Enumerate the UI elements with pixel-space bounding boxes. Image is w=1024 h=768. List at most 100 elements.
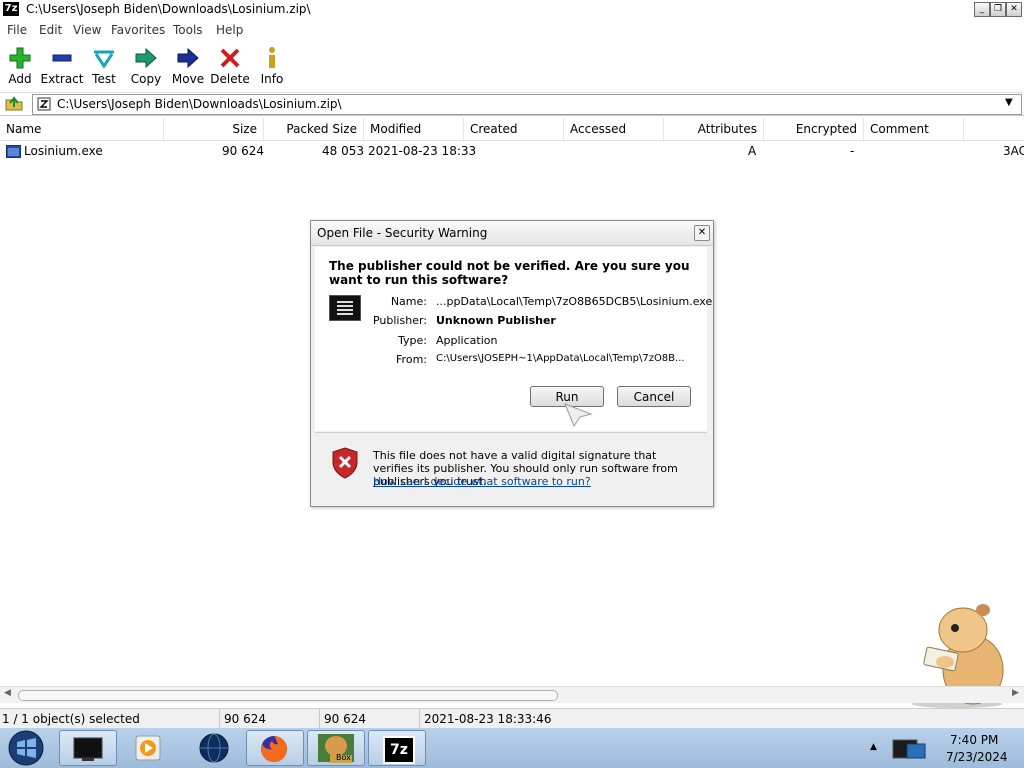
plus-icon xyxy=(9,47,31,69)
scroll-left-icon[interactable]: ◀ xyxy=(4,688,11,698)
x-icon xyxy=(220,48,240,68)
address-dropdown-icon[interactable]: ▼ xyxy=(1005,97,1013,108)
firefox-icon xyxy=(261,736,287,762)
col-packed-size[interactable]: Packed Size xyxy=(264,118,364,140)
copy-label: Copy xyxy=(130,72,162,86)
col-accessed[interactable]: Accessed xyxy=(564,118,664,140)
check-icon xyxy=(94,50,114,69)
cancel-button[interactable]: Cancel xyxy=(617,386,691,407)
menu-file[interactable]: File xyxy=(7,23,27,37)
status-bar: 1 / 1 object(s) selected 90 624 90 624 2… xyxy=(0,708,1024,729)
status-divider xyxy=(319,709,320,729)
test-label: Test xyxy=(92,72,116,86)
col-attributes[interactable]: Attributes xyxy=(664,118,764,140)
close-button[interactable]: ✕ xyxy=(1006,2,1022,17)
minus-icon xyxy=(52,54,72,62)
monitor-icon xyxy=(73,737,103,761)
security-warning-dialog: Open File - Security Warning ✕ The publi… xyxy=(310,220,714,507)
address-bar: C:\Users\Joseph Biden\Downloads\Losinium… xyxy=(0,93,1024,116)
status-packed: 90 624 xyxy=(324,712,366,726)
from-value: C:\Users\JOSEPH~1\AppData\Local\Temp\7zO… xyxy=(436,353,685,364)
col-size[interactable]: Size xyxy=(164,118,264,140)
dialog-close-button[interactable]: ✕ xyxy=(694,225,710,241)
extract-button[interactable]: Extract xyxy=(38,44,86,90)
menu-help[interactable]: Help xyxy=(216,23,243,37)
copy-button[interactable]: Copy xyxy=(122,44,170,90)
file-extra: 3AC xyxy=(1003,144,1024,158)
archive-icon xyxy=(37,97,51,111)
status-modified: 2021-08-23 18:33:46 xyxy=(424,712,552,726)
address-path: C:\Users\Joseph Biden\Downloads\Losinium… xyxy=(57,97,342,111)
publisher-label: Publisher: xyxy=(372,314,427,327)
tray-expand-icon[interactable]: ▲ xyxy=(870,742,877,752)
col-comment[interactable]: Comment xyxy=(864,118,964,140)
info-button[interactable]: Info xyxy=(248,44,296,90)
dialog-titlebar: Open File - Security Warning ✕ xyxy=(311,221,713,246)
publisher-value: Unknown Publisher xyxy=(436,314,556,327)
type-label: Type: xyxy=(398,334,427,347)
list-header: Name Size Packed Size Modified Created A… xyxy=(0,118,1024,141)
from-label: From: xyxy=(396,353,427,366)
network-tray-icon[interactable] xyxy=(889,734,929,764)
test-button[interactable]: Test xyxy=(80,44,128,90)
status-divider xyxy=(419,709,420,729)
taskbar: Box 7z ▲ 7:40 PM 7/23/2024 xyxy=(0,728,1024,768)
window-titlebar: 7z C:\Users\Joseph Biden\Downloads\Losin… xyxy=(0,0,1024,21)
media-player-icon[interactable] xyxy=(135,735,161,761)
taskbar-firefox[interactable] xyxy=(246,730,304,766)
7zip-taskbar-logo: 7z xyxy=(383,736,415,764)
dialog-question: The publisher could not be verified. Are… xyxy=(329,259,690,287)
taskbar-7zip[interactable]: 7z xyxy=(368,730,426,766)
help-link[interactable]: How can I decide what software to run? xyxy=(373,475,591,488)
col-created[interactable]: Created xyxy=(464,118,564,140)
shield-warning-icon xyxy=(332,447,358,479)
address-input[interactable]: C:\Users\Joseph Biden\Downloads\Losinium… xyxy=(32,94,1022,115)
extract-label: Extract xyxy=(40,72,84,86)
move-button[interactable]: Move xyxy=(164,44,212,90)
delete-button[interactable]: Delete xyxy=(206,44,254,90)
minimize-button[interactable]: _ xyxy=(974,2,990,17)
clock-time[interactable]: 7:40 PM xyxy=(950,733,998,747)
move-arrow-icon xyxy=(177,47,199,69)
info-label: Info xyxy=(260,72,284,86)
exe-file-icon xyxy=(6,145,21,158)
name-value: ...ppData\Local\Temp\7zO8B65DCB5\Losiniu… xyxy=(436,295,713,308)
app-logo: 7z xyxy=(3,2,19,16)
menu-favorites[interactable]: Favorites xyxy=(111,23,165,37)
file-attributes: A xyxy=(748,144,757,158)
start-orb-icon[interactable] xyxy=(6,729,46,767)
restore-button[interactable]: ❐ xyxy=(990,2,1006,17)
copy-arrow-icon xyxy=(135,47,157,69)
file-packed-size: 48 053 xyxy=(322,144,364,158)
dialog-body: The publisher could not be verified. Are… xyxy=(315,247,712,431)
file-encrypted: - xyxy=(850,144,855,158)
file-name: Losinium.exe xyxy=(24,144,103,158)
scrollbar-thumb[interactable] xyxy=(18,690,558,701)
up-folder-icon[interactable] xyxy=(5,95,23,111)
name-label: Name: xyxy=(390,295,427,308)
menu-tools[interactable]: Tools xyxy=(173,23,203,37)
clock-date[interactable]: 7/23/2024 xyxy=(946,750,1008,764)
box-label: Box xyxy=(336,753,351,762)
table-row[interactable] xyxy=(0,142,1024,160)
file-size: 90 624 xyxy=(222,144,264,158)
taskbar-terminal[interactable] xyxy=(59,730,117,766)
col-name[interactable]: Name xyxy=(0,118,164,140)
window-title: C:\Users\Joseph Biden\Downloads\Losinium… xyxy=(26,2,311,16)
toolbar: Add Extract Test Copy Move Delete Info xyxy=(0,40,1024,93)
type-value: Application xyxy=(436,334,498,347)
delete-label: Delete xyxy=(210,72,250,86)
file-modified: 2021-08-23 18:33 xyxy=(368,144,477,158)
scroll-right-icon[interactable]: ▶ xyxy=(1012,688,1019,698)
menu-view[interactable]: View xyxy=(73,23,101,37)
col-encrypted[interactable]: Encrypted xyxy=(764,118,864,140)
horizontal-scrollbar[interactable]: ◀ ▶ xyxy=(0,686,1024,703)
col-modified[interactable]: Modified xyxy=(364,118,464,140)
globe-icon[interactable] xyxy=(198,732,230,764)
info-icon xyxy=(269,47,275,68)
menu-edit[interactable]: Edit xyxy=(39,23,62,37)
status-selected: 1 / 1 object(s) selected xyxy=(2,712,140,726)
move-label: Move xyxy=(171,72,205,86)
taskbar-box-app[interactable]: Box xyxy=(307,730,365,766)
status-divider xyxy=(219,709,220,729)
